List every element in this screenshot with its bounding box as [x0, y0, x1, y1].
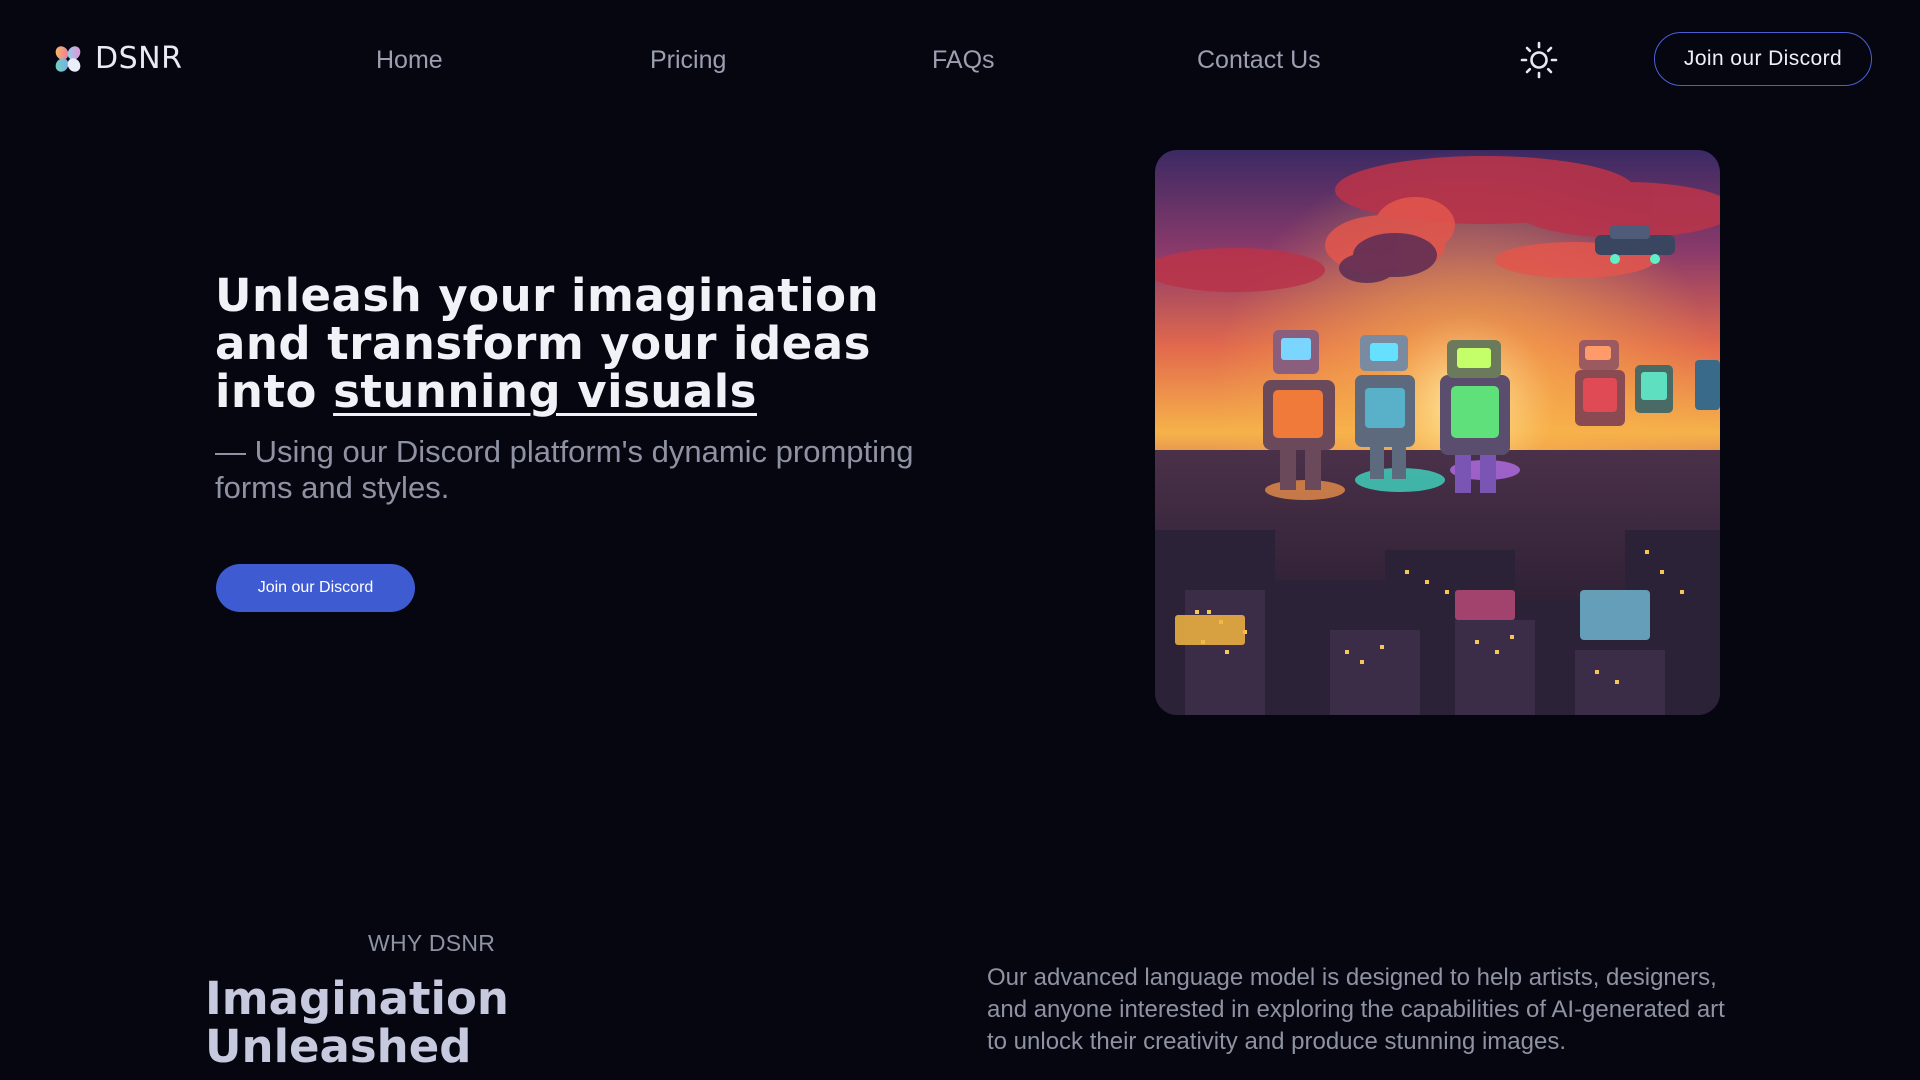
hero-image [1155, 150, 1720, 715]
hero-subtitle: — Using our Discord platform's dynamic p… [215, 434, 914, 505]
theme-toggle-button[interactable] [1520, 41, 1558, 79]
nav-home[interactable]: Home [376, 44, 443, 76]
robot-city-illustration [1155, 150, 1720, 715]
sun-icon [1520, 41, 1558, 79]
join-discord-hero-button[interactable]: Join our Discord [216, 564, 415, 612]
why-eyebrow: WHY DSNR [368, 930, 496, 956]
hero-title-line-3: into [215, 365, 334, 418]
logo-text: DSNR [95, 41, 183, 76]
why-body: Our advanced language model is designed … [987, 964, 1725, 1055]
hero-title-line-2: and transform your ideas [215, 317, 871, 370]
logo-icon [55, 46, 81, 72]
hero-title-emphasis: stunning visuals [333, 365, 757, 418]
hero-title-line-1: Unleash your imagination [215, 269, 880, 322]
nav-pricing[interactable]: Pricing [650, 44, 726, 76]
why-title: Imagination Unleashed [205, 972, 509, 1073]
logo[interactable]: DSNR [53, 41, 182, 77]
nav-contact-us[interactable]: Contact Us [1197, 44, 1321, 76]
hero-title: Unleash your imagination and transform y… [215, 272, 975, 416]
nav-faqs[interactable]: FAQs [932, 44, 995, 76]
landing-page: DSNR Home Pricing FAQs Contact Us Join o… [0, 0, 1920, 1080]
join-discord-header-button[interactable]: Join our Discord [1654, 32, 1872, 86]
